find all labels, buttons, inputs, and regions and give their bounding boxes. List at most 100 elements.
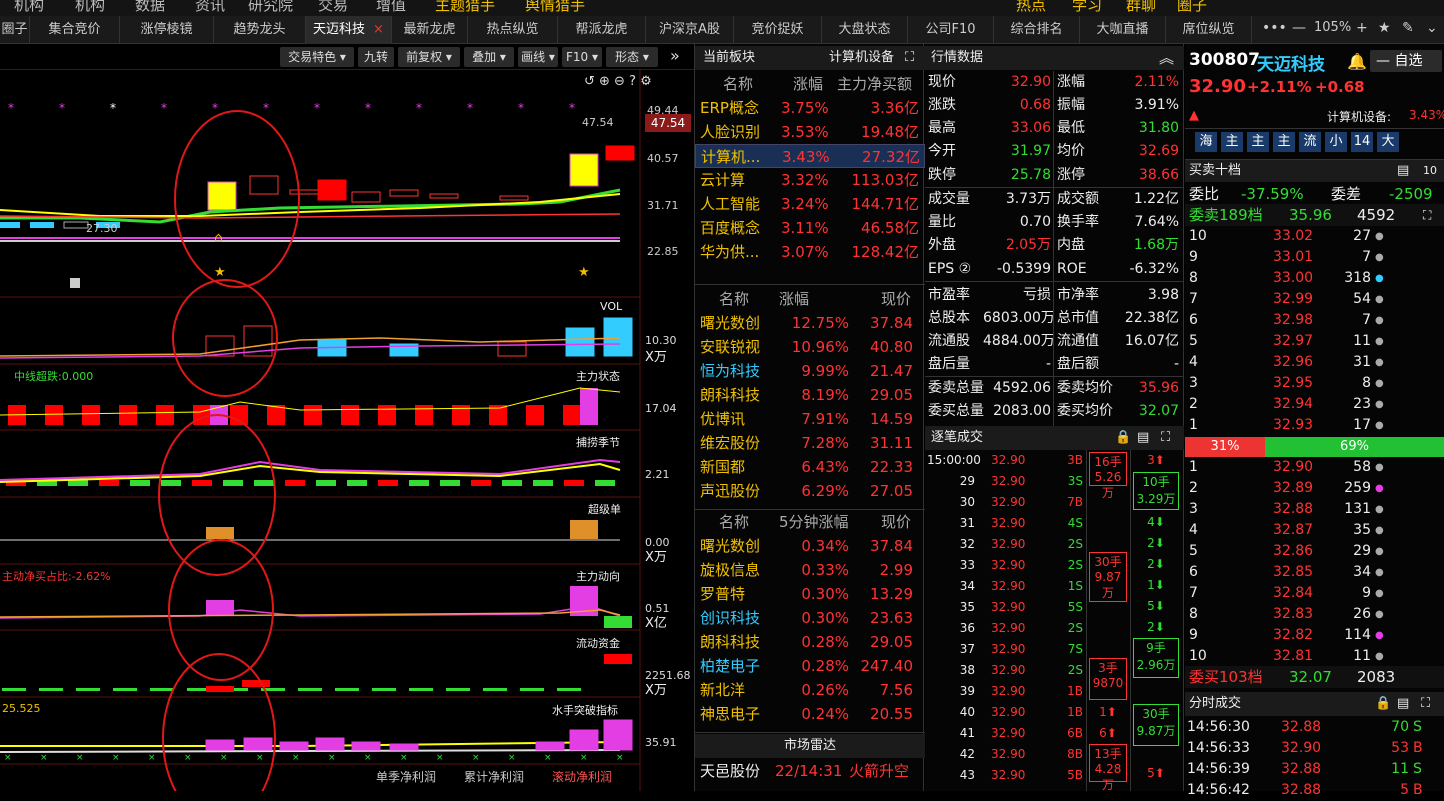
radar-row[interactable]: 天邑股份 22/14:31 火箭升空 xyxy=(695,759,925,783)
sector-row[interactable]: 计算机... 3.43% 27.32亿 xyxy=(695,144,925,168)
list-icon[interactable]: ▤ xyxy=(1397,160,1409,182)
stock-row[interactable]: 新北洋 0.26% 7.56 xyxy=(695,678,925,702)
sell-level-row[interactable]: 5 32.97 11 ● xyxy=(1185,331,1444,352)
tab-item-active[interactable]: 天迈科技 × xyxy=(306,16,392,44)
lock-icon[interactable]: 🔒 xyxy=(1375,692,1391,716)
signal-badge[interactable]: 流 xyxy=(1299,132,1321,152)
close-icon[interactable]: × xyxy=(373,22,384,37)
tab-item[interactable]: 大盘状态 xyxy=(822,16,908,44)
buy-level-row[interactable]: 9 32.82 114 ● xyxy=(1185,625,1444,646)
sell-level-row[interactable]: 9 33.01 7 ● xyxy=(1185,247,1444,268)
tab-item[interactable]: 帮派龙虎 xyxy=(558,16,646,44)
tab-item[interactable]: 涨停棱镜 xyxy=(120,16,214,44)
buy-level-row[interactable]: 3 32.88 131 ● xyxy=(1185,499,1444,520)
adjust-button[interactable]: 前复权 ▾ xyxy=(398,47,460,67)
sell-level-row[interactable]: 1 32.93 17 ● xyxy=(1185,415,1444,436)
menu-learn[interactable]: 学习 xyxy=(1072,0,1102,15)
zoom-in-icon[interactable]: + xyxy=(1356,20,1368,36)
stock-row[interactable]: 朗科科技 0.28% 29.05 xyxy=(695,630,925,654)
stock-row[interactable]: 曙光数创 12.75% 37.84 xyxy=(695,311,925,335)
tab-item[interactable]: 圈子 xyxy=(0,16,30,44)
buy-level-row[interactable]: 7 32.84 9 ● xyxy=(1185,583,1444,604)
bottom-tab-quarter-profit[interactable]: 单季净利润 xyxy=(376,768,436,785)
stock-row[interactable]: 创识科技 0.30% 23.63 xyxy=(695,606,925,630)
lock-icon[interactable]: 🔒 xyxy=(1115,426,1131,450)
buy-level-row[interactable]: 5 32.86 29 ● xyxy=(1185,541,1444,562)
overlay-button[interactable]: 叠加 ▾ xyxy=(464,47,514,67)
sector-row[interactable]: ERP概念 3.75% 3.36亿 xyxy=(695,96,925,120)
signal-badge[interactable]: 14 xyxy=(1351,132,1373,152)
tab-item[interactable]: 沪深京A股 xyxy=(646,16,734,44)
menu-item[interactable]: 交易 xyxy=(318,0,348,15)
stock-row[interactable]: 朗科科技 8.19% 29.05 xyxy=(695,383,925,407)
add-watchlist-button[interactable]: — 自选 xyxy=(1370,50,1442,72)
more-dots-icon[interactable]: ••• xyxy=(1262,20,1287,36)
menu-item-theme[interactable]: 主题猎手 xyxy=(435,0,495,15)
trade-feature-button[interactable]: 交易特色 ▾ xyxy=(280,47,354,67)
star-icon[interactable]: ★ xyxy=(1378,20,1391,36)
chevron-down-icon[interactable]: ⌄ xyxy=(1426,20,1438,36)
stock-row[interactable]: 旋极信息 0.33% 2.99 xyxy=(695,558,925,582)
expand-icon[interactable]: ⛶ xyxy=(1161,426,1170,450)
tab-item[interactable]: 趋势龙头 xyxy=(214,16,306,44)
sell-level-row[interactable]: 4 32.96 31 ● xyxy=(1185,352,1444,373)
buy-level-row[interactable]: 6 32.85 34 ● xyxy=(1185,562,1444,583)
buy-level-row[interactable]: 8 32.83 26 ● xyxy=(1185,604,1444,625)
signal-badge[interactable]: 主 xyxy=(1273,132,1295,152)
stock-row[interactable]: 安联锐视 10.96% 40.80 xyxy=(695,335,925,359)
expand-right-icon[interactable]: » xyxy=(670,46,680,65)
stock-row[interactable]: 曙光数创 0.34% 37.84 xyxy=(695,534,925,558)
pattern-button[interactable]: 形态 ▾ xyxy=(606,47,658,67)
stock-row[interactable]: 新国都 6.43% 22.33 xyxy=(695,455,925,479)
list-icon[interactable]: ▤ xyxy=(1137,426,1149,450)
sector-row[interactable]: 人工智能 3.24% 144.71亿 xyxy=(695,192,925,216)
stock-row[interactable]: 罗普特 0.30% 13.29 xyxy=(695,582,925,606)
sector-current[interactable]: 计算机设备 xyxy=(829,46,894,70)
depth-10-icon[interactable]: 10 xyxy=(1423,160,1437,182)
signal-badge[interactable]: 主 xyxy=(1221,132,1243,152)
bottom-tab-cumulative-profit[interactable]: 累计净利润 xyxy=(464,768,524,785)
tab-item[interactable]: 公司F10 xyxy=(908,16,994,44)
menu-circle[interactable]: 圈子 xyxy=(1177,0,1207,15)
menu-item-sentiment[interactable]: 舆情猎手 xyxy=(525,0,585,15)
zoom-out-icon[interactable]: — xyxy=(1292,20,1306,36)
tab-item[interactable]: 热点纵览 xyxy=(468,16,558,44)
signal-badge[interactable]: 小 xyxy=(1325,132,1347,152)
bottom-tab-rolling-profit[interactable]: 滚动净利润 xyxy=(552,768,612,785)
menu-item[interactable]: 增值 xyxy=(376,0,406,15)
stock-row[interactable]: 维宏股份 7.28% 31.11 xyxy=(695,431,925,455)
kline-chart-area[interactable]: * * * * * * * * * * * * ⌂ ★ ★ × × × × × × × × × × × × × × × × × × xyxy=(0,70,694,791)
stock-row[interactable]: 柏楚电子 0.28% 247.40 xyxy=(695,654,925,678)
menu-item[interactable]: 数据 xyxy=(135,0,165,15)
signal-badge[interactable]: 主 xyxy=(1247,132,1269,152)
sector-row[interactable]: 百度概念 3.11% 46.58亿 xyxy=(695,216,925,240)
signal-badge[interactable]: 大 xyxy=(1377,132,1399,152)
tab-item[interactable]: 竞价捉妖 xyxy=(734,16,822,44)
sell-level-row[interactable]: 3 32.95 8 ● xyxy=(1185,373,1444,394)
tab-item[interactable]: 大咖直播 xyxy=(1080,16,1166,44)
sell-level-row[interactable]: 8 33.00 318 ● xyxy=(1185,268,1444,289)
menu-item[interactable]: 机构 xyxy=(75,0,105,15)
stock-row[interactable]: 优博讯 7.91% 14.59 xyxy=(695,407,925,431)
buy-level-row[interactable]: 1 32.90 58 ● xyxy=(1185,457,1444,478)
tab-item[interactable]: 席位纵览 xyxy=(1166,16,1252,44)
sector-row[interactable]: 云计算 3.32% 113.03亿 xyxy=(695,168,925,192)
sell-level-row[interactable]: 2 32.94 23 ● xyxy=(1185,394,1444,415)
signal-badge[interactable]: 海 xyxy=(1195,132,1217,152)
buy-level-row[interactable]: 4 32.87 35 ● xyxy=(1185,520,1444,541)
stock-row[interactable]: 恒为科技 9.99% 21.47 xyxy=(695,359,925,383)
nine-turn-button[interactable]: 九转 xyxy=(358,47,394,67)
collapse-icon[interactable]: ︽ xyxy=(1159,46,1174,70)
draw-line-button[interactable]: 画线 ▾ xyxy=(518,47,558,67)
sell-level-row[interactable]: 6 32.98 7 ● xyxy=(1185,310,1444,331)
buy-level-row[interactable]: 2 32.89 259 ● xyxy=(1185,478,1444,499)
stock-row[interactable]: 声迅股份 6.29% 27.05 xyxy=(695,479,925,503)
list-icon[interactable]: ▤ xyxy=(1397,692,1409,716)
stock-row[interactable]: 神思电子 0.24% 20.55 xyxy=(695,702,925,726)
edit-icon[interactable]: ✎ xyxy=(1402,20,1414,36)
sell-level-row[interactable]: 7 32.99 54 ● xyxy=(1185,289,1444,310)
menu-item[interactable]: 研究院 xyxy=(248,0,293,15)
warning-icon[interactable]: ▲ xyxy=(1189,108,1199,123)
expand-icon[interactable]: ⛶ xyxy=(1423,204,1431,226)
chart-panel-controls[interactable]: ↺ ⊕ ⊖ ? ⚙ xyxy=(584,74,652,89)
